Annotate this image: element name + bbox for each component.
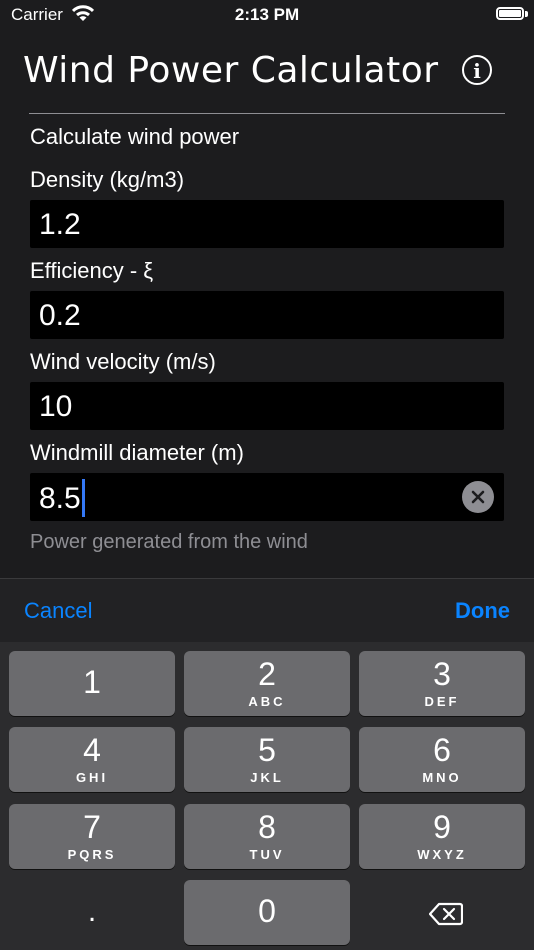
key-letters: DEF	[424, 694, 460, 709]
density-value: 1.2	[39, 208, 81, 241]
diameter-label: Windmill diameter (m)	[30, 440, 244, 465]
info-circle-icon[interactable]: i	[462, 55, 492, 85]
key-digit: 6	[433, 732, 451, 768]
diameter-field[interactable]: 8.5	[30, 473, 504, 521]
battery-icon	[496, 7, 524, 20]
header-divider	[29, 113, 505, 114]
key-1[interactable]: 1	[9, 651, 175, 716]
info-glyph: i	[473, 59, 481, 83]
key-7[interactable]: 7 PQRS	[9, 804, 175, 869]
key-digit: 5	[258, 732, 276, 768]
key-letters: WXYZ	[417, 847, 467, 862]
key-4[interactable]: 4 GHI	[9, 727, 175, 792]
density-label: Density (kg/m3)	[30, 167, 185, 192]
key-letters: GHI	[75, 770, 109, 785]
key-letters: PQRS	[67, 847, 117, 862]
status-time: 2:13 PM	[234, 5, 300, 24]
page-title: Wind Power Calculator	[23, 50, 439, 91]
key-9[interactable]: 9 WXYZ	[359, 804, 525, 869]
key-decimal[interactable]: .	[9, 880, 175, 945]
backspace-icon	[428, 902, 464, 931]
key-delete[interactable]	[359, 880, 525, 945]
text-caret	[81, 479, 85, 517]
efficiency-field[interactable]: 0.2	[30, 291, 504, 339]
efficiency-label: Efficiency - ξ	[30, 258, 154, 283]
key-3[interactable]: 3 DEF	[359, 651, 525, 716]
key-letters: JKL	[250, 770, 284, 785]
cancel-button[interactable]: Cancel	[24, 598, 92, 624]
key-0[interactable]: 0	[184, 880, 350, 945]
key-letters: TUV	[249, 847, 285, 862]
wind-velocity-field[interactable]: 10	[30, 382, 504, 430]
key-digit: 4	[83, 732, 101, 768]
keyboard-toolbar: Cancel Done	[0, 578, 534, 643]
key-digit: 0	[258, 893, 276, 929]
battery-tip	[525, 11, 528, 17]
done-button[interactable]: Done	[455, 598, 510, 624]
key-digit: 8	[258, 809, 276, 845]
section-title: Calculate wind power	[30, 124, 240, 149]
wind-velocity-value: 10	[39, 390, 73, 423]
key-digit: 7	[83, 809, 101, 845]
result-helper-text: Power generated from the wind	[30, 531, 308, 553]
key-letters: ABC	[248, 694, 286, 709]
key-digit: 2	[258, 656, 276, 692]
key-digit: 1	[83, 664, 101, 700]
key-digit: 3	[433, 656, 451, 692]
efficiency-value: 0.2	[39, 299, 81, 332]
diameter-value-wrap: 8.5	[39, 479, 85, 519]
number-keypad: 1 2 ABC 3 DEF 4 GHI 5 JKL 6 MNO 7 PQRS 8…	[0, 642, 534, 950]
wind-velocity-label: Wind velocity (m/s)	[30, 349, 216, 374]
status-bar: Carrier 2:13 PM	[0, 0, 534, 32]
diameter-value: 8.5	[39, 481, 81, 515]
clear-icon[interactable]	[462, 481, 494, 513]
key-5[interactable]: 5 JKL	[184, 727, 350, 792]
key-digit: .	[87, 895, 97, 928]
key-digit: 9	[433, 809, 451, 845]
key-2[interactable]: 2 ABC	[184, 651, 350, 716]
key-6[interactable]: 6 MNO	[359, 727, 525, 792]
key-8[interactable]: 8 TUV	[184, 804, 350, 869]
key-letters: MNO	[422, 770, 462, 785]
density-field[interactable]: 1.2	[30, 200, 504, 248]
